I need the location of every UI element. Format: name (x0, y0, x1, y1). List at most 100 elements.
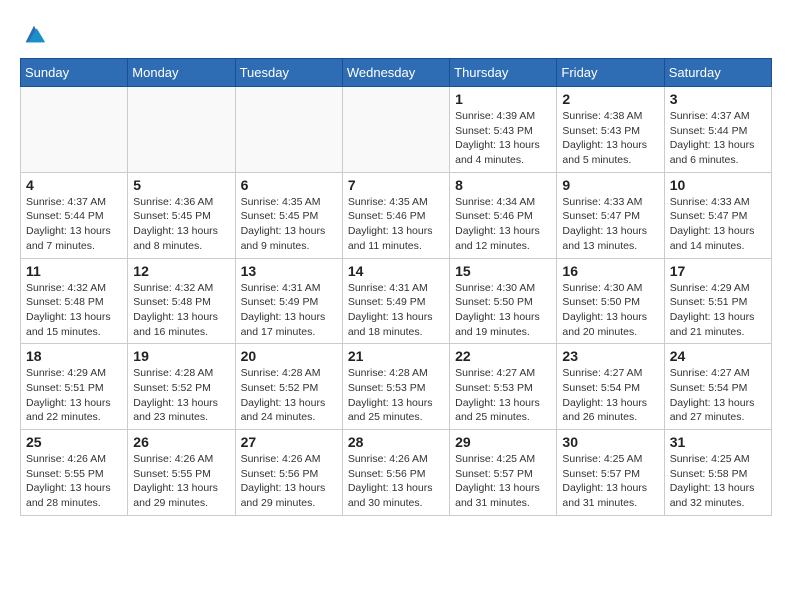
calendar-cell (128, 87, 235, 173)
day-number: 30 (562, 434, 658, 450)
day-info: Sunrise: 4:35 AMSunset: 5:45 PMDaylight:… (241, 195, 337, 254)
calendar-cell: 2Sunrise: 4:38 AMSunset: 5:43 PMDaylight… (557, 87, 664, 173)
calendar-cell: 26 Sunrise: 4:26 AMSunset: 5:55 PMDayligh… (128, 430, 235, 516)
calendar-cell: 16 Sunrise: 4:30 AMSunset: 5:50 PMDayligh… (557, 258, 664, 344)
day-number: 8 (455, 177, 551, 193)
day-info: Sunrise: 4:34 AMSunset: 5:46 PMDaylight:… (455, 195, 551, 254)
day-number: 9 (562, 177, 658, 193)
day-info: Sunrise: 4:28 AMSunset: 5:53 PMDaylight:… (348, 366, 444, 425)
calendar-cell: 7 Sunrise: 4:35 AMSunset: 5:46 PMDaylight… (342, 172, 449, 258)
calendar-cell: 3 Sunrise: 4:37 AMSunset: 5:44 PMDaylight… (664, 87, 771, 173)
day-info: Sunrise: 4:36 AMSunset: 5:45 PMDaylight:… (133, 195, 229, 254)
calendar-cell: 9 Sunrise: 4:33 AMSunset: 5:47 PMDaylight… (557, 172, 664, 258)
day-info: Sunrise: 4:29 AMSunset: 5:51 PMDaylight:… (670, 281, 766, 340)
calendar-week-row-2: 4Sunrise: 4:37 AMSunset: 5:44 PMDaylight… (21, 172, 772, 258)
day-number: 22 (455, 348, 551, 364)
day-info: Sunrise: 4:30 AMSunset: 5:50 PMDaylight:… (455, 281, 551, 340)
day-number: 7 (348, 177, 444, 193)
weekday-header-sunday: Sunday (21, 59, 128, 87)
day-number: 27 (241, 434, 337, 450)
day-number: 26 (133, 434, 229, 450)
calendar-cell: 12Sunrise: 4:32 AMSunset: 5:48 PMDayligh… (128, 258, 235, 344)
day-info: Sunrise: 4:27 AMSunset: 5:54 PMDaylight:… (670, 366, 766, 425)
weekday-header-tuesday: Tuesday (235, 59, 342, 87)
calendar-cell (21, 87, 128, 173)
day-info: Sunrise: 4:27 AMSunset: 5:54 PMDaylight:… (562, 366, 658, 425)
calendar-cell: 19 Sunrise: 4:28 AMSunset: 5:52 PMDayligh… (128, 344, 235, 430)
day-number: 24 (670, 348, 766, 364)
day-info: Sunrise: 4:26 AMSunset: 5:56 PMDaylight:… (241, 452, 337, 511)
calendar-cell: 23 Sunrise: 4:27 AMSunset: 5:54 PMDayligh… (557, 344, 664, 430)
calendar-cell: 29Sunrise: 4:25 AMSunset: 5:57 PMDayligh… (450, 430, 557, 516)
day-info: Sunrise: 4:38 AMSunset: 5:43 PMDaylight:… (562, 109, 658, 168)
day-info: Sunrise: 4:25 AMSunset: 5:57 PMDaylight:… (455, 452, 551, 511)
day-number: 1 (455, 91, 551, 107)
day-number: 6 (241, 177, 337, 193)
day-number: 31 (670, 434, 766, 450)
calendar-cell: 30 Sunrise: 4:25 AMSunset: 5:57 PMDayligh… (557, 430, 664, 516)
day-number: 5 (133, 177, 229, 193)
day-info: Sunrise: 4:28 AMSunset: 5:52 PMDaylight:… (241, 366, 337, 425)
calendar-cell: 15Sunrise: 4:30 AMSunset: 5:50 PMDayligh… (450, 258, 557, 344)
day-info: Sunrise: 4:25 AMSunset: 5:58 PMDaylight:… (670, 452, 766, 511)
day-info: Sunrise: 4:30 AMSunset: 5:50 PMDaylight:… (562, 281, 658, 340)
logo (20, 20, 52, 48)
day-info: Sunrise: 4:31 AMSunset: 5:49 PMDaylight:… (348, 281, 444, 340)
calendar-cell: 24 Sunrise: 4:27 AMSunset: 5:54 PMDayligh… (664, 344, 771, 430)
weekday-header-friday: Friday (557, 59, 664, 87)
calendar-cell: 20 Sunrise: 4:28 AMSunset: 5:52 PMDayligh… (235, 344, 342, 430)
weekday-header-saturday: Saturday (664, 59, 771, 87)
calendar-cell: 27 Sunrise: 4:26 AMSunset: 5:56 PMDayligh… (235, 430, 342, 516)
weekday-header-monday: Monday (128, 59, 235, 87)
calendar-cell: 28 Sunrise: 4:26 AMSunset: 5:56 PMDayligh… (342, 430, 449, 516)
calendar-table: SundayMondayTuesdayWednesdayThursdayFrid… (20, 58, 772, 516)
calendar-cell (235, 87, 342, 173)
day-number: 11 (26, 263, 122, 279)
calendar-cell: 5 Sunrise: 4:36 AMSunset: 5:45 PMDaylight… (128, 172, 235, 258)
day-info: Sunrise: 4:32 AMSunset: 5:48 PMDaylight:… (26, 281, 122, 340)
weekday-header-row: SundayMondayTuesdayWednesdayThursdayFrid… (21, 59, 772, 87)
day-number: 14 (348, 263, 444, 279)
day-info: Sunrise: 4:31 AMSunset: 5:49 PMDaylight:… (241, 281, 337, 340)
day-number: 4 (26, 177, 122, 193)
calendar-cell: 22 Sunrise: 4:27 AMSunset: 5:53 PMDayligh… (450, 344, 557, 430)
day-info: Sunrise: 4:33 AMSunset: 5:47 PMDaylight:… (670, 195, 766, 254)
day-info: Sunrise: 4:26 AMSunset: 5:56 PMDaylight:… (348, 452, 444, 511)
day-info: Sunrise: 4:29 AMSunset: 5:51 PMDaylight:… (26, 366, 122, 425)
day-number: 19 (133, 348, 229, 364)
weekday-header-thursday: Thursday (450, 59, 557, 87)
day-info: Sunrise: 4:39 AMSunset: 5:43 PMDaylight:… (455, 109, 551, 168)
calendar-cell: 21 Sunrise: 4:28 AMSunset: 5:53 PMDayligh… (342, 344, 449, 430)
day-number: 28 (348, 434, 444, 450)
day-info: Sunrise: 4:25 AMSunset: 5:57 PMDaylight:… (562, 452, 658, 511)
weekday-header-wednesday: Wednesday (342, 59, 449, 87)
calendar-cell (342, 87, 449, 173)
calendar-week-row-1: 1 Sunrise: 4:39 AMSunset: 5:43 PMDaylight… (21, 87, 772, 173)
page-header (20, 20, 772, 48)
day-info: Sunrise: 4:27 AMSunset: 5:53 PMDaylight:… (455, 366, 551, 425)
calendar-cell: 14 Sunrise: 4:31 AMSunset: 5:49 PMDayligh… (342, 258, 449, 344)
day-number: 20 (241, 348, 337, 364)
day-info: Sunrise: 4:26 AMSunset: 5:55 PMDaylight:… (133, 452, 229, 511)
day-number: 23 (562, 348, 658, 364)
day-info: Sunrise: 4:37 AMSunset: 5:44 PMDaylight:… (670, 109, 766, 168)
day-number: 13 (241, 263, 337, 279)
calendar-cell: 11 Sunrise: 4:32 AMSunset: 5:48 PMDayligh… (21, 258, 128, 344)
calendar-cell: 17Sunrise: 4:29 AMSunset: 5:51 PMDayligh… (664, 258, 771, 344)
logo-icon (20, 20, 48, 48)
day-info: Sunrise: 4:35 AMSunset: 5:46 PMDaylight:… (348, 195, 444, 254)
day-info: Sunrise: 4:33 AMSunset: 5:47 PMDaylight:… (562, 195, 658, 254)
calendar-cell: 4Sunrise: 4:37 AMSunset: 5:44 PMDaylight… (21, 172, 128, 258)
calendar-week-row-4: 18 Sunrise: 4:29 AMSunset: 5:51 PMDayligh… (21, 344, 772, 430)
calendar-cell: 13 Sunrise: 4:31 AMSunset: 5:49 PMDayligh… (235, 258, 342, 344)
day-number: 21 (348, 348, 444, 364)
calendar-cell: 31 Sunrise: 4:25 AMSunset: 5:58 PMDayligh… (664, 430, 771, 516)
day-info: Sunrise: 4:26 AMSunset: 5:55 PMDaylight:… (26, 452, 122, 511)
day-number: 3 (670, 91, 766, 107)
day-number: 16 (562, 263, 658, 279)
calendar-cell: 10Sunrise: 4:33 AMSunset: 5:47 PMDayligh… (664, 172, 771, 258)
day-info: Sunrise: 4:28 AMSunset: 5:52 PMDaylight:… (133, 366, 229, 425)
day-number: 25 (26, 434, 122, 450)
day-number: 18 (26, 348, 122, 364)
calendar-cell: 25 Sunrise: 4:26 AMSunset: 5:55 PMDayligh… (21, 430, 128, 516)
